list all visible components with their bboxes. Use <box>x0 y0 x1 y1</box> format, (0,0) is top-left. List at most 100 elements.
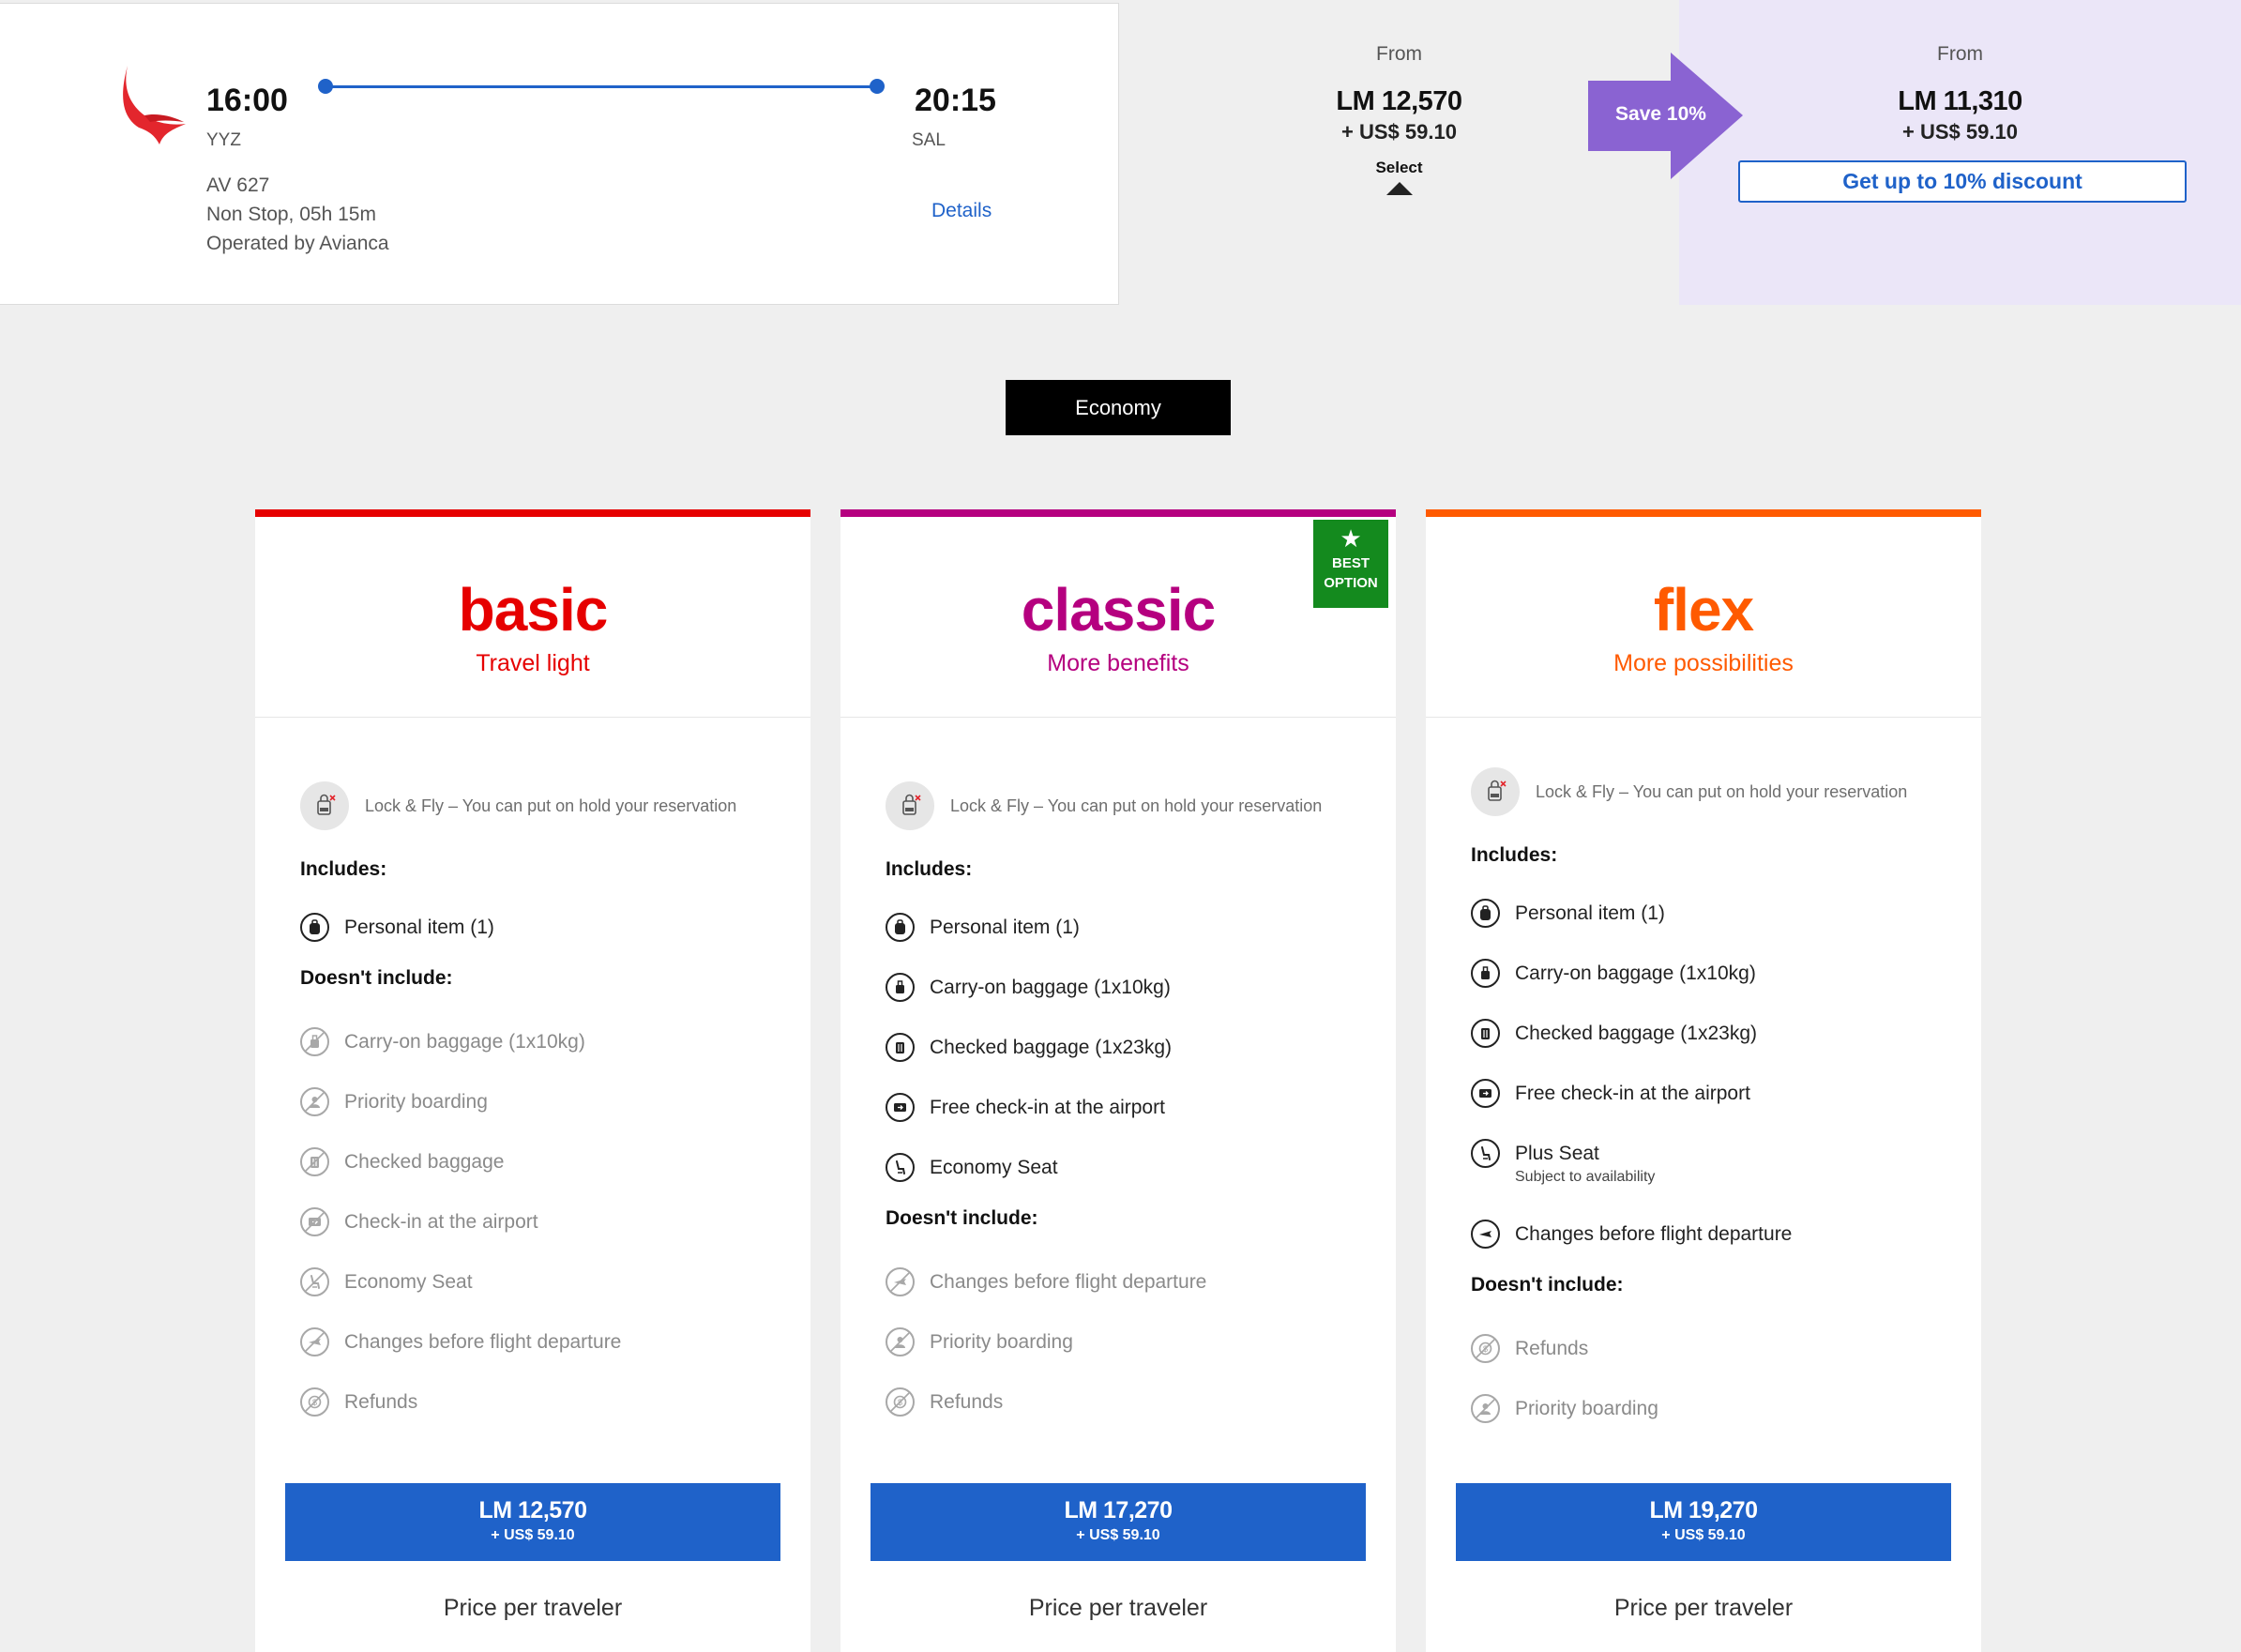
feature-personal-item-1: Personal item (1) <box>886 913 1080 942</box>
priority-icon <box>1471 1394 1500 1423</box>
feature-label: Refunds <box>344 1391 418 1413</box>
feature-refunds: $ Refunds <box>1471 1334 1588 1363</box>
arrival-time: 20:15 <box>915 83 996 118</box>
feature-label: Plus Seat <box>1515 1143 1599 1164</box>
feature-text: Economy Seat <box>930 1153 1058 1182</box>
fare-lifemiles-price: LM 19,270 <box>1649 1497 1758 1523</box>
feature-text: Carry-on baggage (1x10kg) <box>1515 959 1756 988</box>
feature-label: Carry-on baggage (1x10kg) <box>930 977 1171 998</box>
feature-text: Free check-in at the airport <box>930 1093 1165 1122</box>
feature-text: Checked baggage (1x23kg) <box>930 1033 1172 1062</box>
feature-label: Priority boarding <box>930 1331 1073 1353</box>
feature-label: Personal item (1) <box>1515 902 1665 924</box>
lock-and-fly-text: Lock & Fly – You can put on hold your re… <box>365 796 737 815</box>
backpack-icon <box>1471 899 1500 928</box>
ticket-icon <box>300 1207 329 1236</box>
excludes-title: Doesn't include: <box>886 1207 1038 1229</box>
caret-up-icon <box>1385 182 1413 195</box>
details-link[interactable]: Details <box>931 200 992 222</box>
usd-price: + US$ 59.10 <box>1902 120 2018 144</box>
departure-airport-code: YYZ <box>206 130 241 150</box>
feature-checked-baggage-1x23kg: Checked baggage (1x23kg) <box>886 1033 1172 1062</box>
feature-label: Checked baggage (1x23kg) <box>930 1037 1173 1058</box>
fare-tagline: Travel light <box>476 650 590 676</box>
priority-icon <box>886 1327 915 1356</box>
seat-icon <box>1471 1139 1500 1168</box>
lock-and-fly-text: Lock & Fly – You can put on hold your re… <box>1536 781 1908 801</box>
fare-card-classic: classic More benefits ★ BEST OPTION Lock & Fl… <box>840 509 1396 1652</box>
feature-label: Priority boarding <box>344 1091 488 1113</box>
tab-economy[interactable]: Economy <box>1006 380 1231 435</box>
price-per-traveler-label: Price per traveler <box>1028 1595 1208 1621</box>
checked-bag-icon <box>1471 1019 1500 1048</box>
lock-and-fly-row[interactable]: Lock & Fly – You can put on hold your re… <box>886 781 1322 830</box>
carry-on-icon <box>300 1027 329 1056</box>
feature-label: Economy Seat <box>344 1271 473 1293</box>
feature-refunds: $ Refunds <box>300 1387 417 1417</box>
priority-icon <box>300 1087 329 1116</box>
route-end-dot <box>870 79 885 94</box>
fare-color-bar <box>255 509 810 517</box>
feature-personal-item-1: Personal item (1) <box>300 913 494 942</box>
best-option-label: BEST OPTION <box>1313 553 1388 593</box>
excludes-title: Doesn't include: <box>300 967 453 989</box>
lock-bag-icon <box>300 781 349 830</box>
ticket-icon <box>886 1093 915 1122</box>
feature-checked-baggage: Checked baggage <box>300 1147 504 1176</box>
checked-bag-icon <box>886 1033 915 1062</box>
feature-text: Plus Seat Subject to availability <box>1515 1139 1655 1187</box>
feature-label: Free check-in at the airport <box>930 1097 1165 1118</box>
price-option-discount[interactable]: From LM 11,310 + US$ 59.10 <box>1679 0 2241 305</box>
flight-duration: Non Stop, 05h 15m <box>206 204 376 225</box>
feature-changes-before-flight-departure: Changes before flight departure <box>300 1327 621 1356</box>
excludes-title: Doesn't include: <box>1471 1274 1624 1296</box>
departure-time: 16:00 <box>206 83 288 118</box>
plane-change-icon <box>886 1267 915 1296</box>
price-per-traveler-label: Price per traveler <box>443 1595 623 1621</box>
backpack-icon <box>886 913 915 942</box>
carry-on-icon <box>1471 959 1500 988</box>
fare-header-divider <box>840 717 1396 718</box>
fare-color-bar <box>840 509 1396 517</box>
feature-carry-on-baggage-1x10kg: Carry-on baggage (1x10kg) <box>300 1027 585 1056</box>
feature-free-check-in-at-the-airport: Free check-in at the airport <box>886 1093 1165 1122</box>
feature-label: Priority boarding <box>1515 1398 1658 1419</box>
feature-economy-seat: Economy Seat <box>300 1267 473 1296</box>
fare-lifemiles-price: LM 12,570 <box>478 1497 587 1523</box>
lifemiles-price: LM 11,310 <box>1898 86 2022 116</box>
lock-and-fly-row[interactable]: Lock & Fly – You can put on hold your re… <box>300 781 736 830</box>
feature-text: Carry-on baggage (1x10kg) <box>344 1027 585 1056</box>
feature-text: Checked baggage <box>344 1147 504 1176</box>
includes-title: Includes: <box>886 858 973 880</box>
select-fare-basic-button[interactable]: LM 12,570 + US$ 59.10 <box>285 1483 780 1561</box>
fare-tagline: More possibilities <box>1613 650 1794 676</box>
feature-label: Changes before flight departure <box>344 1331 622 1353</box>
lock-and-fly-text: Lock & Fly – You can put on hold your re… <box>950 796 1323 815</box>
feature-text: Refunds <box>344 1387 417 1417</box>
feature-label: Refunds <box>1515 1338 1589 1359</box>
flight-meta: AV 627 Non Stop, 05h 15m Operated by Avi… <box>206 171 389 258</box>
arrival-airport-code: SAL <box>912 130 946 150</box>
feature-sublabel: Subject to availability <box>1515 1169 1656 1185</box>
feature-text: Changes before flight departure <box>344 1327 621 1356</box>
feature-text: Priority boarding <box>930 1327 1073 1356</box>
best-option-badge: ★ BEST OPTION <box>1313 520 1388 608</box>
star-icon: ★ <box>1340 524 1362 553</box>
feature-text: Priority boarding <box>344 1087 488 1116</box>
lock-and-fly-row[interactable]: Lock & Fly – You can put on hold your re… <box>1471 767 1907 816</box>
feature-label: Carry-on baggage (1x10kg) <box>1515 962 1756 984</box>
fare-name: flex <box>1653 576 1754 644</box>
seat-icon <box>300 1267 329 1296</box>
fare-color-bar <box>1426 509 1981 517</box>
feature-priority-boarding: Priority boarding <box>300 1087 488 1116</box>
feature-checked-baggage-1x23kg: Checked baggage (1x23kg) <box>1471 1019 1757 1048</box>
refund-icon: $ <box>1471 1334 1500 1363</box>
select-fare-flex-button[interactable]: LM 19,270 + US$ 59.10 <box>1456 1483 1951 1561</box>
feature-personal-item-1: Personal item (1) <box>1471 899 1665 928</box>
select-fare-classic-button[interactable]: LM 17,270 + US$ 59.10 <box>871 1483 1366 1561</box>
feature-economy-seat: Economy Seat <box>886 1153 1058 1182</box>
feature-label: Checked baggage (1x23kg) <box>1515 1023 1758 1044</box>
get-discount-button[interactable]: Get up to 10% discount <box>1738 160 2187 203</box>
fare-usd-price: + US$ 59.10 <box>491 1527 575 1543</box>
feature-text: Economy Seat <box>344 1267 473 1296</box>
